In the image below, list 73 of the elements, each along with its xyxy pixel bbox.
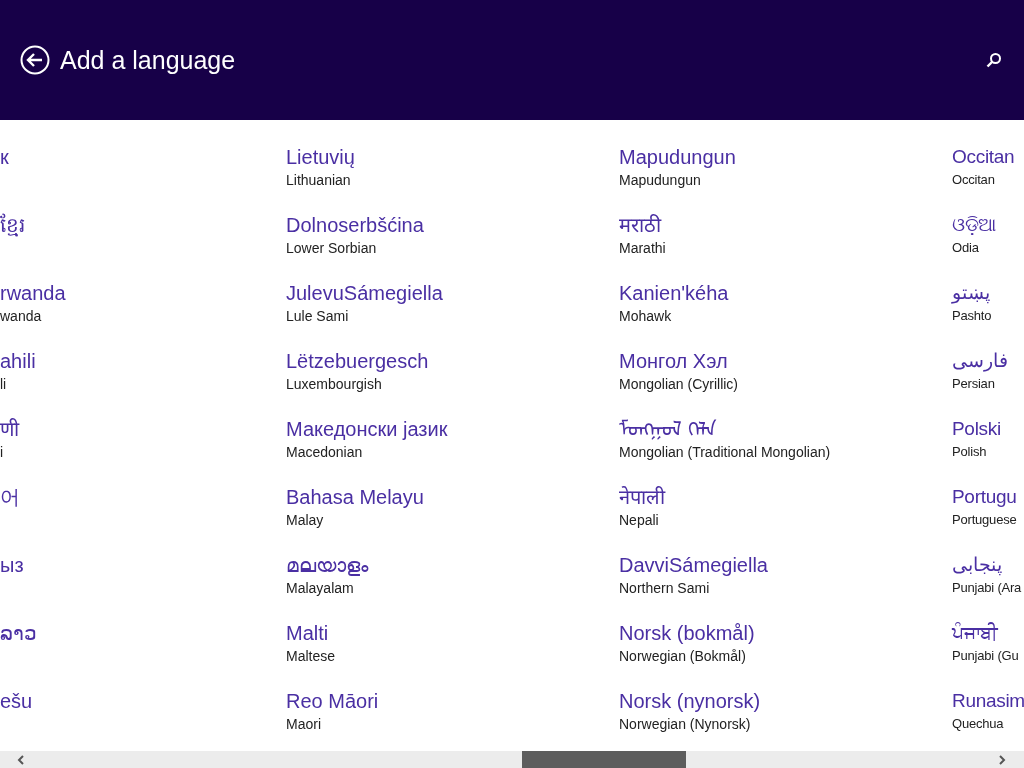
language-english-name: Occitan <box>952 171 995 189</box>
language-name[interactable]: Occitan <box>952 144 1015 170</box>
language-name[interactable]: rwanda <box>0 280 66 306</box>
language-english-name: Norwegian (Bokmål) <box>619 647 746 666</box>
language-name[interactable]: Portugu <box>952 484 1017 510</box>
language-name[interactable]: ᠮᠣᠩᠭᠣᠯ ᠬᠡᠯᠡ <box>619 416 717 442</box>
language-english-name: Mapudungun <box>619 171 701 190</box>
language-name[interactable]: Македонски јазик <box>286 416 448 442</box>
language-english-name: Norwegian (Nynorsk) <box>619 715 751 734</box>
language-name[interactable]: Reo Māori <box>286 688 379 714</box>
language-name[interactable]: णी <box>0 416 19 442</box>
language-name[interactable]: 어 <box>0 484 20 510</box>
language-english-name: wanda <box>0 307 42 326</box>
language-english-name: li <box>0 375 7 394</box>
language-name[interactable]: മലയാളം <box>286 552 368 578</box>
language-name[interactable]: DavviSámegiella <box>619 552 768 578</box>
scroll-left-icon[interactable] <box>16 755 26 765</box>
language-english-name: Mongolian (Cyrillic) <box>619 375 739 394</box>
language-name[interactable]: ລາວ <box>0 620 37 646</box>
language-name[interactable]: ଓଡ଼ିଆ <box>952 212 997 238</box>
language-english-name: Pashto <box>952 307 992 325</box>
language-name[interactable]: ešu <box>0 688 33 714</box>
scroll-right-icon[interactable] <box>997 755 1007 765</box>
language-english-name: Odia <box>952 239 979 257</box>
language-name[interactable]: Bahasa Melayu <box>286 484 424 510</box>
language-english-name: Polish <box>952 443 987 461</box>
language-name[interactable]: پښتو <box>952 280 990 306</box>
search-icon[interactable] <box>986 52 1002 68</box>
language-name[interactable]: Mapudungun <box>619 144 736 170</box>
language-english-name: Northern Sami <box>619 579 710 598</box>
language-english-name: Malay <box>286 511 324 530</box>
language-name[interactable]: Norsk (nynorsk) <box>619 688 761 714</box>
language-name[interactable]: ыз <box>0 552 24 578</box>
language-english-name: Lithuanian <box>286 171 351 190</box>
language-name[interactable]: پنجابی <box>952 552 1002 578</box>
language-english-name: Mohawk <box>619 307 672 326</box>
language-english-name: Portuguese <box>952 511 1017 529</box>
language-english-name: Lower Sorbian <box>286 239 377 258</box>
language-name[interactable]: Kanien'kéha <box>619 280 729 306</box>
language-name[interactable]: Polski <box>952 416 1001 442</box>
language-name[interactable]: Dolnoserbšćina <box>286 212 424 238</box>
language-name[interactable]: Malti <box>286 620 329 646</box>
language-name[interactable]: मराठी <box>619 212 661 238</box>
language-name[interactable]: Runasim <box>952 688 1024 714</box>
language-name[interactable]: к <box>0 144 9 170</box>
language-english-name: Persian <box>952 375 995 393</box>
language-english-name: Luxembourgish <box>286 375 382 394</box>
language-english-name: Quechua <box>952 715 1004 733</box>
language-name[interactable]: Lietuvių <box>286 144 355 170</box>
back-button[interactable] <box>20 45 50 75</box>
language-english-name: Marathi <box>619 239 666 258</box>
language-english-name: Nepali <box>619 511 659 530</box>
language-name[interactable]: Монгол Хэл <box>619 348 728 374</box>
language-english-name: Maori <box>286 715 321 734</box>
page-title: Add a language <box>60 45 237 75</box>
horizontal-scrollbar[interactable] <box>0 751 1024 768</box>
language-english-name: Punjabi (Ara <box>952 579 1022 597</box>
language-english-name: Malayalam <box>286 579 354 598</box>
language-name[interactable]: JulevuSámegiella <box>286 280 443 306</box>
language-name[interactable]: Norsk (bokmål) <box>619 620 755 646</box>
language-name[interactable]: नेपाली <box>619 484 665 510</box>
language-english-name: Macedonian <box>286 443 363 462</box>
language-name[interactable]: Lëtzebuergesch <box>286 348 429 374</box>
language-name[interactable]: ខ្មែរ <box>0 212 25 238</box>
language-name[interactable]: فارسی <box>952 348 1008 374</box>
language-english-name: Punjabi (Gu <box>952 647 1019 665</box>
language-english-name: i <box>0 443 4 462</box>
scrollbar-thumb[interactable] <box>522 751 686 768</box>
language-english-name: Mongolian (Traditional Mongolian) <box>619 443 831 462</box>
language-english-name: Maltese <box>286 647 336 666</box>
language-name[interactable]: ahili <box>0 348 36 374</box>
language-name[interactable]: ਪੰਜਾਬੀ <box>952 620 999 646</box>
language-english-name: Lule Sami <box>286 307 349 326</box>
